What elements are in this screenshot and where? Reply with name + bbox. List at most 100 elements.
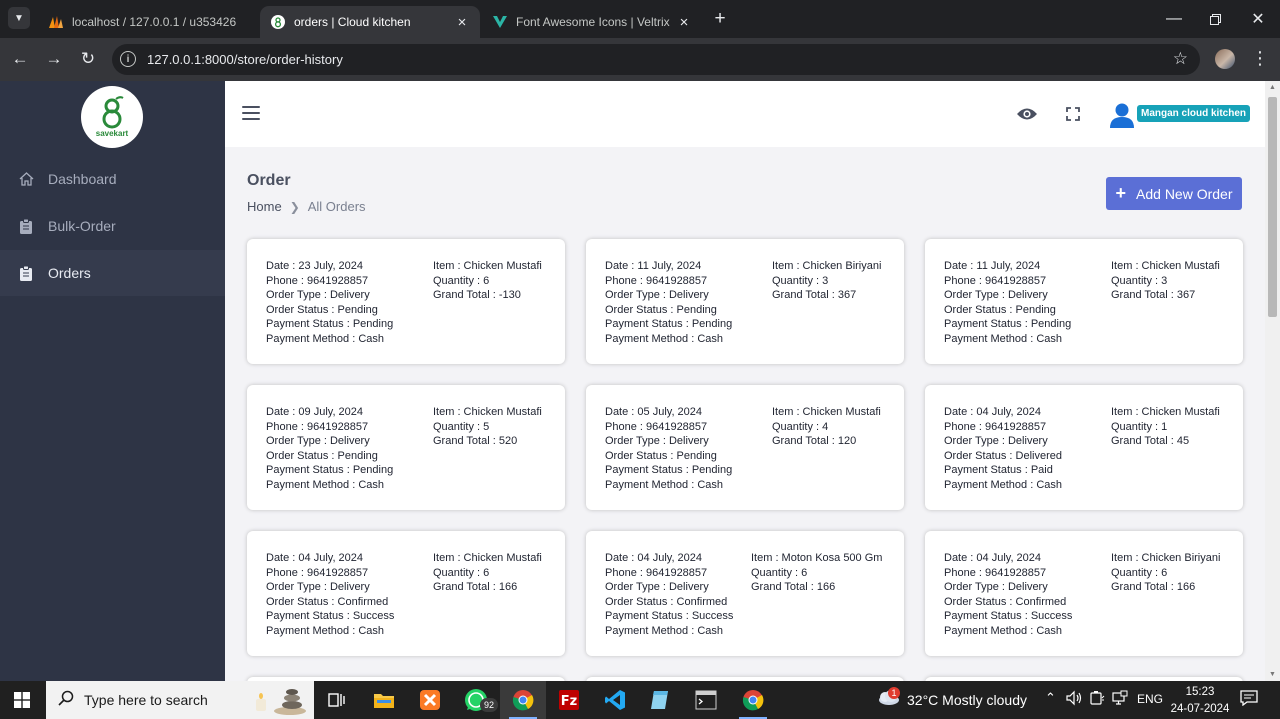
- fullscreen-icon[interactable]: [1062, 103, 1084, 125]
- order-status: Order Status : Pending: [605, 303, 717, 316]
- payment-method: Payment Method : Cash: [266, 624, 385, 637]
- order-card[interactable]: Date : 04 July, 2024 Phone : 9641928857 …: [247, 531, 565, 656]
- restore-button[interactable]: [1192, 0, 1238, 38]
- plus-icon: +: [1115, 183, 1127, 203]
- windows-start-icon[interactable]: [14, 692, 30, 708]
- order-status: Order Status : Confirmed: [605, 595, 728, 608]
- order-type: Order Type : Delivery: [944, 435, 1048, 448]
- order-card[interactable]: Date : 04 July, 2024 Phone : 9641928857 …: [586, 531, 904, 656]
- clock-date: 24-07-2024: [1170, 703, 1230, 715]
- order-card[interactable]: Date : 04 July, 2024 Phone : 9641928857 …: [925, 531, 1243, 656]
- tray-chevron-up-icon[interactable]: ⌃: [1045, 690, 1056, 706]
- page-scrollbar[interactable]: ▲ ▼: [1265, 81, 1280, 681]
- order-item-details: Item : Chicken Mustafi Quantity : 6 Gran…: [433, 259, 542, 303]
- user-avatar-icon[interactable]: [1108, 101, 1136, 129]
- minimize-button[interactable]: —: [1151, 0, 1197, 38]
- order-quantity: Quantity : 1: [1111, 420, 1168, 433]
- order-status: Order Status : Delivered: [944, 449, 1062, 462]
- chrome-taskbar-icon[interactable]: [500, 681, 546, 719]
- tab-search-button[interactable]: ▼: [8, 7, 30, 29]
- sidebar-item-orders[interactable]: Orders: [0, 250, 225, 296]
- order-date: Date : 05 July, 2024: [605, 406, 703, 418]
- order-quantity: Quantity : 6: [751, 566, 808, 579]
- payment-method: Payment Method : Cash: [605, 478, 724, 491]
- whatsapp-unread-badge: 92: [480, 698, 498, 712]
- order-details: Date : 04 July, 2024 Phone : 9641928857 …: [944, 551, 1072, 639]
- add-new-order-button[interactable]: + Add New Order: [1106, 177, 1242, 210]
- eye-icon[interactable]: [1016, 103, 1038, 125]
- order-date: Date : 09 July, 2024: [266, 406, 364, 418]
- order-grand-total: Grand Total : 367: [772, 289, 857, 302]
- tab-font-awesome[interactable]: Font Awesome Icons | Veltrix - A ×: [482, 6, 702, 38]
- order-item: Item : Chicken Mustafi: [433, 260, 542, 272]
- sidebar-item-label: Orders: [48, 265, 91, 281]
- add-new-order-label: Add New Order: [1136, 185, 1233, 202]
- tab-phpmyadmin[interactable]: localhost / 127.0.0.1 / u353426: [38, 6, 260, 38]
- close-window-button[interactable]: ✕: [1235, 0, 1280, 38]
- network-icon[interactable]: [1112, 690, 1128, 709]
- payment-method: Payment Method : Cash: [605, 332, 724, 345]
- vscode-icon[interactable]: [592, 681, 638, 719]
- bookmark-star-icon[interactable]: ☆: [1173, 49, 1188, 69]
- xampp-icon[interactable]: [407, 681, 453, 719]
- sidebar-item-bulk-order[interactable]: Bulk-Order: [0, 203, 225, 249]
- task-view-icon[interactable]: [314, 681, 360, 719]
- order-quantity: Quantity : 6: [433, 566, 490, 579]
- notepad-icon[interactable]: [637, 681, 683, 719]
- file-explorer-icon[interactable]: [361, 681, 407, 719]
- profile-avatar[interactable]: [1215, 49, 1235, 69]
- order-status: Order Status : Confirmed: [944, 595, 1067, 608]
- savekart-logo[interactable]: savekart: [81, 86, 143, 148]
- search-icon: [58, 690, 74, 711]
- scroll-up-icon[interactable]: ▲: [1265, 84, 1280, 91]
- payment-status: Payment Status : Pending: [605, 464, 733, 477]
- order-card[interactable]: Date : 05 July, 2024 Phone : 9641928857 …: [586, 385, 904, 510]
- order-phone: Phone : 9641928857: [944, 420, 1047, 433]
- site-info-icon[interactable]: i: [120, 51, 136, 67]
- logo-text: savekart: [95, 129, 129, 138]
- chrome-second-window-icon[interactable]: [730, 681, 776, 719]
- order-details: Date : 11 July, 2024 Phone : 9641928857 …: [944, 259, 1071, 347]
- close-icon[interactable]: ×: [676, 14, 692, 31]
- order-quantity: Quantity : 3: [772, 274, 829, 287]
- order-card[interactable]: Date : 11 July, 2024 Phone : 9641928857 …: [586, 239, 904, 364]
- order-type: Order Type : Delivery: [266, 435, 370, 448]
- taskbar-search-box[interactable]: Type here to search: [46, 681, 314, 719]
- order-card[interactable]: Date : 09 July, 2024 Phone : 9641928857 …: [247, 385, 565, 510]
- back-button[interactable]: ←: [9, 48, 31, 70]
- notification-center-icon[interactable]: [1240, 690, 1258, 707]
- battery-icon[interactable]: [1089, 690, 1105, 709]
- filezilla-icon[interactable]: Fz: [546, 681, 592, 719]
- order-card[interactable]: Date : 11 July, 2024 Phone : 9641928857 …: [925, 239, 1243, 364]
- language-indicator[interactable]: ENG: [1137, 692, 1163, 706]
- order-date: Date : 11 July, 2024: [605, 260, 702, 272]
- breadcrumb-home[interactable]: Home: [247, 199, 282, 214]
- address-bar[interactable]: i 127.0.0.1:8000/store/order-history ☆: [112, 44, 1200, 75]
- savekart-favicon-icon: [270, 14, 286, 30]
- browser-menu-icon[interactable]: ⋮: [1250, 48, 1270, 69]
- scrollbar-thumb[interactable]: [1268, 97, 1277, 317]
- taskbar-clock[interactable]: 15:23 24-07-2024: [1170, 684, 1230, 718]
- scroll-down-icon[interactable]: ▼: [1265, 671, 1280, 678]
- order-type: Order Type : Delivery: [605, 289, 709, 302]
- sidebar-item-dashboard[interactable]: Dashboard: [0, 156, 225, 202]
- menu-toggle-icon[interactable]: [242, 106, 260, 120]
- terminal-icon[interactable]: [683, 681, 729, 719]
- tab-orders[interactable]: orders | Cloud kitchen ×: [260, 6, 480, 38]
- store-name-badge[interactable]: Mangan cloud kitchen: [1137, 105, 1251, 122]
- payment-method: Payment Method : Cash: [266, 478, 385, 491]
- new-tab-button[interactable]: +: [709, 8, 731, 30]
- order-date: Date : 04 July, 2024: [944, 552, 1042, 564]
- reload-button[interactable]: ↻: [77, 48, 99, 70]
- order-status: Order Status : Pending: [266, 449, 378, 462]
- payment-status: Payment Status : Pending: [944, 318, 1072, 331]
- forward-button[interactable]: →: [43, 48, 65, 70]
- order-grand-total: Grand Total : 120: [772, 435, 857, 448]
- weather-text[interactable]: 32°C Mostly cloudy: [907, 692, 1027, 708]
- order-card[interactable]: Date : 23 July, 2024 Phone : 9641928857 …: [247, 239, 565, 364]
- order-item: Item : Chicken Mustafi: [1111, 406, 1220, 418]
- order-card[interactable]: Date : 04 July, 2024 Phone : 9641928857 …: [925, 385, 1243, 510]
- close-icon[interactable]: ×: [454, 14, 470, 31]
- speaker-icon[interactable]: [1066, 690, 1082, 709]
- order-grand-total: Grand Total : 166: [751, 581, 836, 594]
